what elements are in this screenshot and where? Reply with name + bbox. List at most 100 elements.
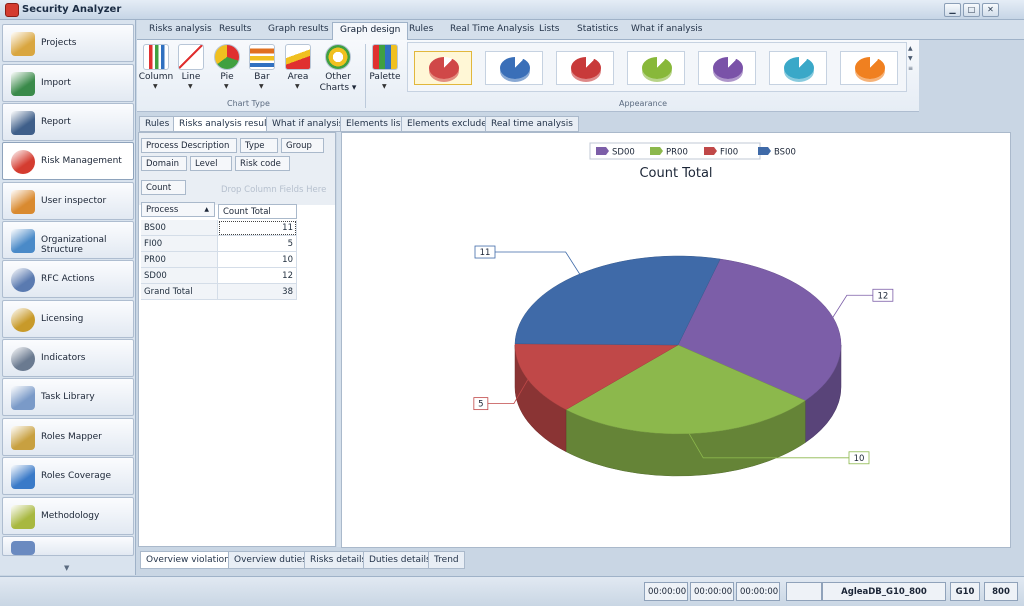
restore-button[interactable]: □ — [963, 3, 980, 17]
palette-button-label[interactable]: Palette — [363, 72, 407, 82]
filter-field-domain[interactable]: Domain — [141, 156, 187, 171]
table-row: SD00 12 — [141, 268, 297, 284]
sidebar-item-report[interactable]: Report — [2, 103, 134, 141]
column-chart-icon[interactable] — [143, 44, 169, 70]
appearance-style-7[interactable] — [840, 51, 898, 85]
row-label[interactable]: FI00 — [141, 236, 218, 252]
sidebar-item-partial[interactable] — [2, 536, 134, 556]
tab-risks-details[interactable]: Risks details — [304, 551, 373, 569]
tab-risks-analysis[interactable]: Risks analysis — [149, 24, 212, 34]
filter-field-type[interactable]: Type — [240, 138, 278, 153]
value-header-count-total: Count Total — [218, 204, 297, 219]
app-logo-icon — [5, 3, 19, 17]
appearance-style-5[interactable] — [698, 51, 756, 85]
tab-rules-results[interactable]: Rules — [139, 116, 176, 132]
gallery-pie-icon — [429, 57, 459, 79]
chevron-down-icon[interactable]: ▼ — [295, 83, 300, 90]
table-row: PR00 10 — [141, 252, 297, 268]
methodology-icon — [11, 505, 35, 529]
row-value[interactable]: 5 — [218, 236, 297, 252]
appearance-style-6[interactable] — [769, 51, 827, 85]
rfc-actions-icon — [11, 268, 35, 292]
area-button-label[interactable]: Area — [276, 72, 320, 82]
gallery-scroll[interactable]: ▲ ▼ ≡ — [908, 44, 913, 74]
minimize-button[interactable]: ▁ — [944, 3, 961, 17]
row-value[interactable]: 10 — [218, 252, 297, 268]
tab-elements-excluded[interactable]: Elements excluded — [401, 116, 499, 132]
sidebar-item-user-inspector[interactable]: User inspector — [2, 182, 134, 220]
sort-asc-icon[interactable]: ▲ — [204, 206, 209, 213]
data-field-count[interactable]: Count — [141, 180, 186, 195]
gallery-pie-icon — [855, 57, 885, 79]
line-chart-icon[interactable] — [178, 44, 204, 70]
tab-risks-analysis-results[interactable]: Risks analysis results — [173, 116, 281, 132]
palette-icon[interactable] — [372, 44, 398, 70]
other-charts-button-label-2[interactable]: Charts ▾ — [316, 83, 360, 93]
sidebar-item-roles-coverage[interactable]: Roles Coverage — [2, 457, 134, 495]
row-label[interactable]: Grand Total — [141, 284, 218, 300]
appearance-style-4[interactable] — [627, 51, 685, 85]
sidebar-item-task-library[interactable]: Task Library — [2, 378, 134, 416]
tab-rules[interactable]: Rules — [409, 24, 433, 34]
data-label-sd00: 12 — [877, 291, 888, 301]
tab-lists[interactable]: Lists — [539, 24, 559, 34]
filter-field-process-description[interactable]: Process Description — [141, 138, 237, 153]
tab-what-if-analysis[interactable]: What if analysis — [631, 24, 702, 34]
sidebar-item-risk-management[interactable]: Risk Management — [2, 142, 134, 180]
other-charts-icon[interactable] — [325, 44, 351, 70]
sidebar-item-organizational-structure[interactable]: Organizational Structure — [2, 221, 134, 259]
sidebar-item-rfc-actions[interactable]: RFC Actions — [2, 260, 134, 298]
pie-chart-icon[interactable] — [214, 44, 240, 70]
bar-chart-icon[interactable] — [249, 44, 275, 70]
tab-what-if-results[interactable]: What if analysis — [266, 116, 350, 132]
tab-graph-results[interactable]: Graph results — [268, 24, 329, 34]
tab-overview-duties[interactable]: Overview duties — [228, 551, 313, 569]
row-label[interactable]: PR00 — [141, 252, 218, 268]
row-value[interactable]: 11 — [218, 220, 297, 236]
other-charts-button-label[interactable]: Other — [316, 72, 360, 82]
title-bar: Security Analyzer ▁ □ ✕ — [0, 0, 1024, 20]
tab-duties-details[interactable]: Duties details — [363, 551, 437, 569]
filter-field-level[interactable]: Level — [190, 156, 232, 171]
licensing-icon — [11, 308, 35, 332]
row-label[interactable]: SD00 — [141, 268, 218, 284]
filter-field-risk-code[interactable]: Risk code — [235, 156, 290, 171]
tab-real-time-results[interactable]: Real time analysis — [485, 116, 579, 132]
area-chart-icon[interactable] — [285, 44, 311, 70]
sidebar-item-methodology[interactable]: Methodology — [2, 497, 134, 535]
appearance-style-1[interactable] — [414, 51, 472, 85]
tab-statistics[interactable]: Statistics — [577, 24, 618, 34]
tab-real-time-analysis[interactable]: Real Time Analysis — [450, 24, 534, 34]
ribbon: Column ▼ Line ▼ Pie ▼ Bar ▼ Area ▼ Other… — [137, 40, 919, 112]
tab-overview-violations[interactable]: Overview violations — [140, 551, 241, 569]
chevron-down-icon[interactable]: ▼ — [224, 83, 229, 90]
sidebar-item-label: Organizational Structure — [41, 235, 107, 255]
row-value[interactable]: 12 — [218, 268, 297, 284]
sidebar-item-projects[interactable]: Projects — [2, 24, 134, 62]
appearance-style-2[interactable] — [485, 51, 543, 85]
chevron-down-icon[interactable]: ▼ — [259, 83, 264, 90]
row-value[interactable]: 38 — [218, 284, 297, 300]
chevron-down-icon[interactable]: ▼ — [188, 83, 193, 90]
sidebar-item-licensing[interactable]: Licensing — [2, 300, 134, 338]
tab-trend[interactable]: Trend — [428, 551, 465, 569]
user-inspector-icon — [11, 190, 35, 214]
chevron-down-icon[interactable]: ▼ — [153, 83, 158, 90]
sidebar-item-import[interactable]: Import — [2, 64, 134, 102]
sidebar-item-label: User inspector — [41, 196, 107, 206]
app-title: Security Analyzer — [22, 4, 122, 15]
appearance-style-3[interactable] — [556, 51, 614, 85]
close-button[interactable]: ✕ — [982, 3, 999, 17]
row-label[interactable]: BS00 — [141, 220, 218, 236]
sidebar-item-roles-mapper[interactable]: Roles Mapper — [2, 418, 134, 456]
tab-results[interactable]: Results — [219, 24, 252, 34]
gallery-pie-icon — [713, 57, 743, 79]
chevron-down-icon[interactable]: ▼ — [382, 83, 387, 90]
row-field-process[interactable]: Process ▲ — [141, 202, 215, 217]
filter-field-group[interactable]: Group — [281, 138, 324, 153]
tab-elements-list[interactable]: Elements list — [340, 116, 411, 132]
sidebar-item-indicators[interactable]: Indicators — [2, 339, 134, 377]
sidebar-scroll-down[interactable]: ▼ — [64, 564, 69, 572]
table-row: FI00 5 — [141, 236, 297, 252]
tab-graph-design[interactable]: Graph design — [332, 22, 409, 41]
